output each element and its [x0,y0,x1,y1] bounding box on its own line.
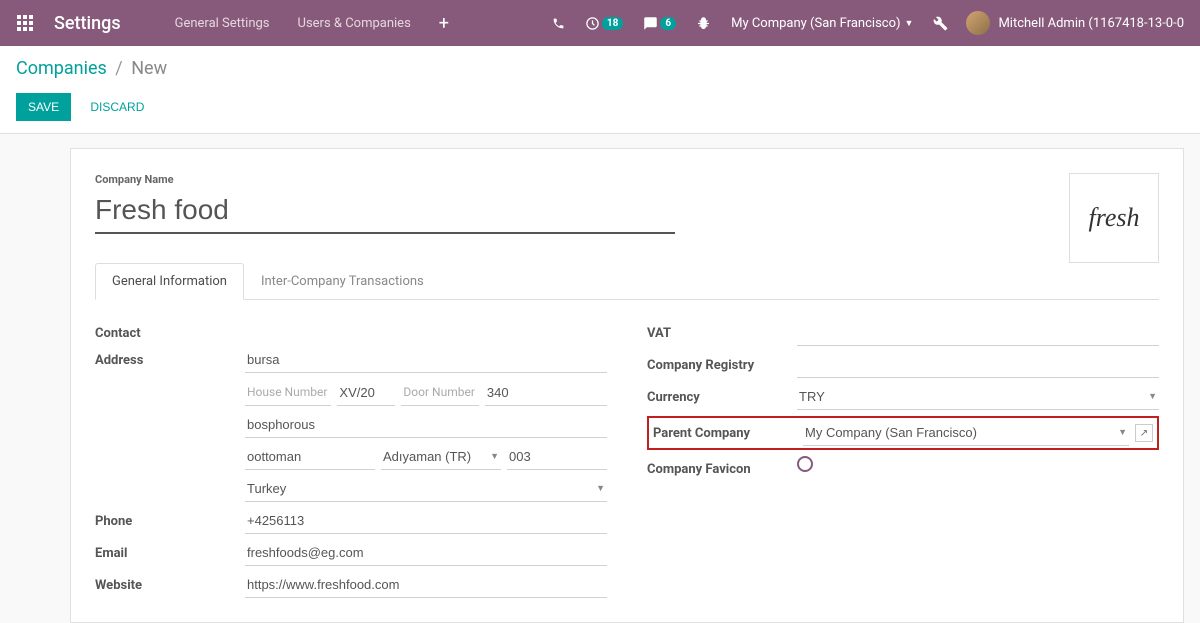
discard-button[interactable]: DISCARD [82,93,152,121]
currency-label: Currency [647,384,797,405]
tab-inter-company[interactable]: Inter-Company Transactions [244,263,441,300]
apps-icon[interactable] [8,0,42,46]
parent-company-row: Parent Company ▼ ↗ [647,416,1159,450]
registry-label: Company Registry [647,352,797,373]
nav-general-settings[interactable]: General Settings [161,0,284,46]
country-select[interactable] [245,476,607,501]
external-link-icon[interactable]: ↗ [1135,424,1153,442]
nav-users-companies[interactable]: Users & Companies [284,0,425,46]
discuss-badge: 6 [660,17,676,30]
chevron-down-icon: ▼ [905,18,914,29]
breadcrumb-sep: / [115,58,122,79]
parent-label: Parent Company [653,420,803,441]
parent-company-select[interactable] [803,420,1129,445]
vat-label: VAT [647,320,797,341]
top-nav: Settings General Settings Users & Compan… [0,0,1200,46]
contact-label: Contact [95,320,245,341]
breadcrumb: Companies / New [16,58,1184,79]
favicon-upload[interactable] [797,456,813,472]
form-sheet: fresh Company Name General Information I… [70,148,1184,623]
street2-input[interactable] [245,412,607,438]
breadcrumb-current: New [131,58,167,79]
dev-tools-icon[interactable] [923,0,958,46]
company-logo-text: fresh [1088,203,1139,233]
zip-input[interactable] [507,444,607,470]
address-label: Address [95,347,245,368]
favicon-label: Company Favicon [647,456,797,477]
company-selector-label: My Company (San Francisco) [731,16,900,31]
right-column: VAT Company Registry Currency ▼ [647,320,1159,604]
avatar [966,11,990,35]
company-selector[interactable]: My Company (San Francisco) ▼ [721,0,923,46]
company-name-input[interactable] [95,190,675,234]
tab-general-information[interactable]: General Information [95,263,244,300]
website-label: Website [95,572,245,593]
app-brand: Settings [54,13,121,34]
website-input[interactable] [245,572,607,598]
nav-new-icon[interactable]: + [425,13,463,34]
left-column: Contact Address . House Number Door Numb… [95,320,607,604]
house-placeholder: House Number [245,379,331,406]
city-input[interactable] [245,444,375,470]
save-button[interactable]: SAVE [16,93,71,121]
activity-icon[interactable]: 18 [575,0,633,46]
phone-label: Phone [95,508,245,529]
user-name: Mitchell Admin (1167418-13-0-0 [998,16,1184,31]
company-logo[interactable]: fresh [1069,173,1159,263]
debug-icon[interactable] [686,0,721,46]
vat-input[interactable] [797,320,1159,346]
activity-badge: 18 [602,17,623,30]
breadcrumb-bar: Companies / New SAVE DISCARD [0,46,1200,134]
registry-input[interactable] [797,352,1159,378]
breadcrumb-root[interactable]: Companies [16,58,107,79]
door-input[interactable] [485,379,607,406]
phone-input[interactable] [245,508,607,534]
state-select[interactable] [381,444,501,469]
user-menu[interactable]: Mitchell Admin (1167418-13-0-0 [958,0,1192,46]
phone-icon[interactable] [542,0,575,46]
tabs: General Information Inter-Company Transa… [95,262,1159,300]
house-input[interactable] [337,379,395,406]
email-label: Email [95,540,245,561]
email-input[interactable] [245,540,607,566]
door-placeholder: Door Number [401,379,478,406]
currency-select[interactable] [797,384,1159,409]
street-input[interactable] [245,347,607,373]
discuss-icon[interactable]: 6 [633,0,686,46]
company-name-label: Company Name [95,173,1159,186]
